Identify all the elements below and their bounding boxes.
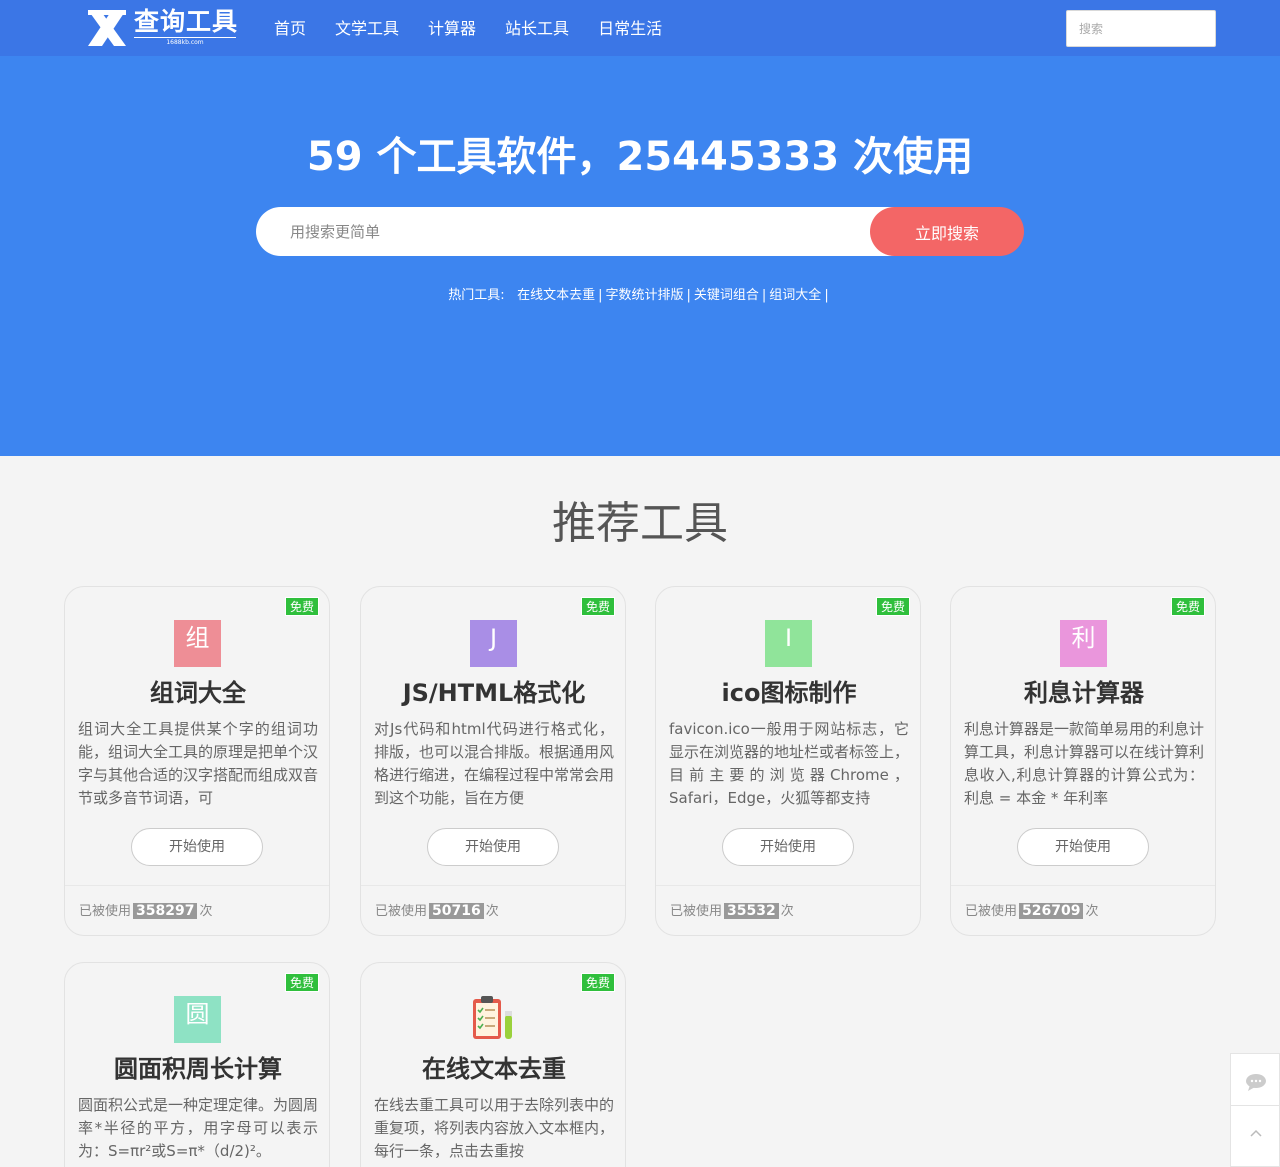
tool-card[interactable]: 免费 圆 圆面积周长计算 圆面积公式是一种定理定律。为圆周率*半径的平方，用字母… (64, 962, 330, 1167)
hot-tools-label: 热门工具: (448, 288, 505, 303)
logo-domain: 1688kb.com (134, 37, 236, 47)
hot-link-text-dedup[interactable]: 在线文本去重 (517, 288, 595, 303)
tool-letter-icon: I (765, 620, 812, 667)
hot-link-word-groups[interactable]: 组词大全 (769, 288, 821, 303)
chevron-up-icon (1250, 1129, 1262, 1137)
tool-title[interactable]: 组词大全 (65, 675, 329, 711)
hot-tools: 热门工具: 在线文本去重 | 字数统计排版 | 关键词组合 | 组词大全 | (448, 288, 829, 303)
hero-banner: 59 个工具软件，25445333 次使用 立即搜索 热门工具: 在线文本去重|… (0, 56, 1280, 456)
usage-number: 526709 (1019, 903, 1084, 919)
nav-daily-life[interactable]: 日常生活 (586, 0, 674, 56)
free-badge: 免费 (1170, 597, 1205, 616)
tool-description: 在线去重工具可以用于去除列表中的重复项，将列表内容放入文本框内，每行一条，点击去… (374, 1096, 614, 1160)
start-use-button[interactable]: 开始使用 (1017, 828, 1149, 866)
chat-bubble-icon (1246, 1074, 1266, 1091)
logo-text: 查询工具 (134, 7, 239, 36)
free-badge: 免费 (284, 597, 319, 616)
tool-card[interactable]: 免费 组 组词大全 组词大全工具提供某个字的组词功能，组词大全工具的原理是把单个… (64, 586, 330, 936)
hero-search-input[interactable] (256, 207, 896, 256)
free-badge: 免费 (580, 597, 615, 616)
hero-title: 59 个工具软件，25445333 次使用 (306, 134, 974, 180)
tool-description: 利息计算器是一款简单易用的利息计算工具，利息计算器可以在线计算利息收入,利息计算… (964, 720, 1204, 807)
usage-count: 已被使用 35532 次 (656, 885, 920, 935)
tool-description: 对Js代码和html代码进行格式化，排版，也可以混合排版。根据通用风格进行缩进，… (374, 720, 614, 807)
site-logo[interactable]: 查询工具 1688kb.com (86, 6, 238, 50)
search-now-button[interactable]: 立即搜索 (870, 207, 1024, 256)
nav-home[interactable]: 首页 (262, 0, 318, 56)
tool-letter-icon: J (470, 620, 517, 667)
tool-title[interactable]: 圆面积周长计算 (65, 1051, 329, 1087)
start-use-button[interactable]: 开始使用 (131, 828, 263, 866)
back-to-top-button[interactable] (1231, 1107, 1280, 1159)
tool-title[interactable]: 利息计算器 (951, 675, 1215, 711)
start-use-button[interactable]: 开始使用 (722, 828, 854, 866)
start-use-button[interactable]: 开始使用 (427, 828, 559, 866)
hot-link-keyword-combo[interactable]: 关键词组合 (694, 288, 759, 303)
feedback-button[interactable] (1231, 1054, 1280, 1106)
free-badge: 免费 (580, 973, 615, 992)
hero-search: 立即搜索 (256, 207, 1024, 256)
nav-calculators[interactable]: 计算器 (416, 0, 488, 56)
free-badge: 免费 (284, 973, 319, 992)
tool-card[interactable]: 免费 在线文本去重 在线去重工具可以用于去除列表中的重复项，将列表内容放入文本框… (360, 962, 626, 1167)
usage-number: 35532 (724, 903, 779, 919)
tool-letter-icon: 利 (1060, 620, 1107, 667)
tool-letter-icon: 圆 (174, 996, 221, 1043)
floating-toolbar (1230, 1053, 1280, 1167)
section-title: 推荐工具 (552, 498, 728, 549)
tool-card[interactable]: 免费 I ico图标制作 favicon.ico一般用于网站标志，它显示在浏览器… (655, 586, 921, 936)
nav-webmaster-tools[interactable]: 站长工具 (493, 0, 581, 56)
tool-card[interactable]: 免费 J JS/HTML格式化 对Js代码和html代码进行格式化，排版，也可以… (360, 586, 626, 936)
usage-count: 已被使用 50716 次 (361, 885, 625, 935)
logo-x-icon (88, 10, 126, 46)
tool-card[interactable]: 免费 利 利息计算器 利息计算器是一款简单易用的利息计算工具，利息计算器可以在线… (950, 586, 1216, 936)
nav-literature-tools[interactable]: 文学工具 (323, 0, 411, 56)
usage-count: 已被使用 358297 次 (65, 885, 329, 935)
tool-description: 圆面积公式是一种定理定律。为圆周率*半径的平方，用字母可以表示为：S=πr²或S… (78, 1096, 318, 1160)
header-search-input[interactable] (1066, 10, 1216, 47)
tool-letter-icon: 组 (174, 620, 221, 667)
tool-description: 组词大全工具提供某个字的组词功能，组词大全工具的原理是把单个汉字与其他合适的汉字… (78, 720, 318, 807)
tool-description: favicon.ico一般用于网站标志，它显示在浏览器的地址栏或者标签上，目前主… (669, 720, 909, 807)
tool-title[interactable]: ico图标制作 (656, 675, 920, 711)
usage-number: 50716 (429, 903, 484, 919)
usage-count: 已被使用 526709 次 (951, 885, 1215, 935)
tool-title[interactable]: 在线文本去重 (361, 1051, 625, 1087)
top-header: 查询工具 1688kb.com 首页 文学工具 计算器 站长工具 日常生活 (0, 0, 1280, 56)
clipboard-checklist-icon (473, 996, 512, 1039)
usage-number: 358297 (133, 903, 198, 919)
tool-title[interactable]: JS/HTML格式化 (361, 675, 625, 711)
main-nav: 首页 文学工具 计算器 站长工具 日常生活 (262, 0, 679, 56)
hot-link-word-count[interactable]: 字数统计排版 (605, 288, 683, 303)
free-badge: 免费 (875, 597, 910, 616)
